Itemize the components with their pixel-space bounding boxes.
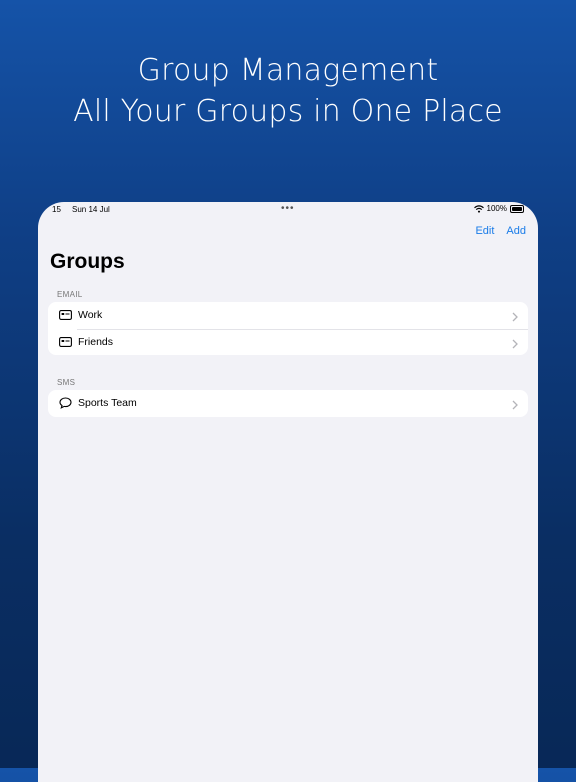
- promo-headline: Group Management All Your Groups in One …: [0, 50, 576, 132]
- headline-line-1: Group Management: [137, 53, 439, 88]
- battery-percentage: 100%: [486, 204, 507, 213]
- nav-buttons: Edit Add: [475, 225, 526, 237]
- email-card-icon: [58, 308, 72, 322]
- status-right: 100%: [473, 204, 524, 213]
- page-title: Groups: [50, 250, 125, 273]
- chevron-right-icon: [512, 309, 518, 327]
- add-button[interactable]: Add: [506, 225, 526, 237]
- list-item-label: Friends: [78, 335, 114, 348]
- list-item-work[interactable]: Work: [48, 302, 528, 329]
- email-card-icon: [58, 335, 72, 349]
- section-header-email: EMAIL: [57, 290, 83, 299]
- list-item-sports-team[interactable]: Sports Team: [48, 390, 528, 417]
- email-group-list: Work Friends: [48, 302, 528, 355]
- status-date: Sun 14 Jul: [72, 205, 110, 214]
- chevron-right-icon: [512, 336, 518, 354]
- sms-group-list: Sports Team: [48, 390, 528, 417]
- device-screen: 15 Sun 14 Jul ••• 100% Edit Add Groups E…: [38, 202, 538, 782]
- battery-icon: [510, 204, 524, 213]
- chevron-right-icon: [512, 397, 518, 415]
- list-item-friends[interactable]: Friends: [48, 328, 528, 356]
- status-bar: 15 Sun 14 Jul ••• 100%: [38, 202, 538, 218]
- section-header-sms: SMS: [57, 378, 76, 387]
- status-time: 15: [52, 205, 61, 214]
- list-item-label: Sports Team: [78, 397, 137, 410]
- wifi-icon: [473, 204, 484, 213]
- message-bubble-icon: [58, 396, 72, 410]
- headline-line-2: All Your Groups in One Place: [73, 94, 503, 129]
- edit-button[interactable]: Edit: [475, 225, 494, 237]
- list-item-label: Work: [78, 309, 103, 322]
- multitasking-dots-icon[interactable]: •••: [281, 203, 295, 214]
